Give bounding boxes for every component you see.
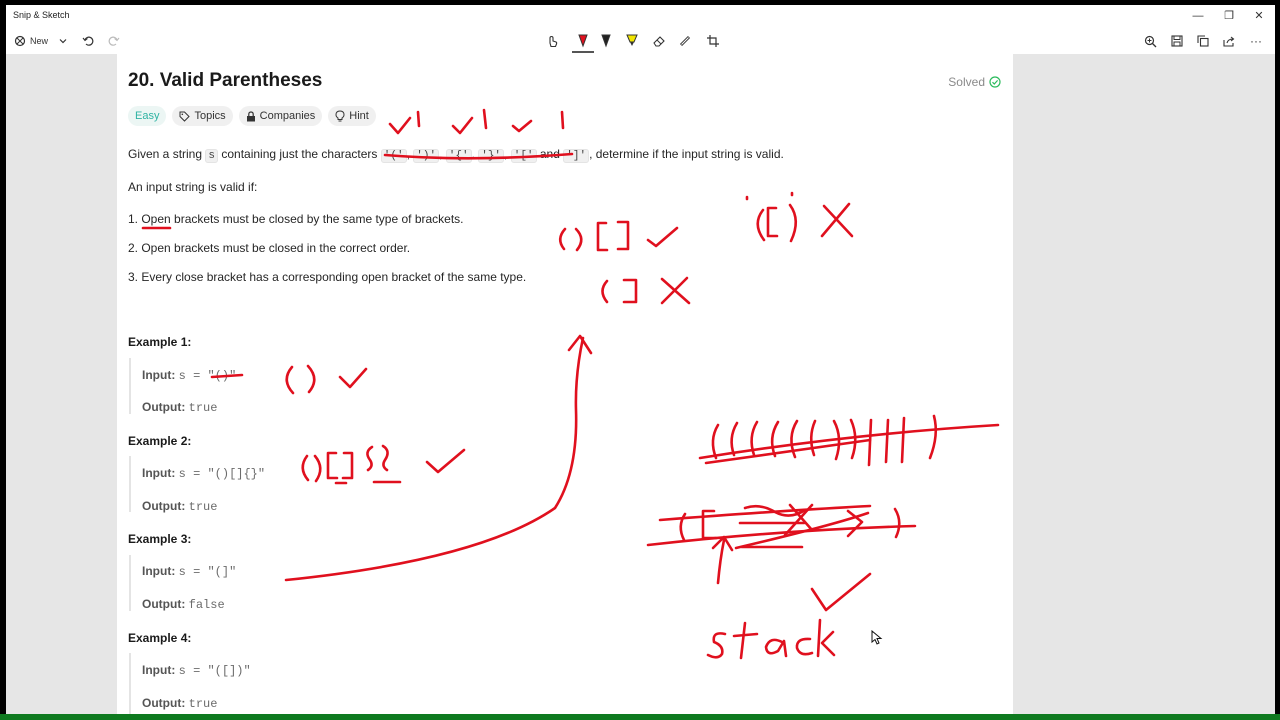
nested-invalid-sketch [745,191,854,243]
crossed-brackets-sketch [646,503,917,550]
statement-checkmarks [388,108,565,135]
statement-underline [383,152,574,160]
mouse-cursor-icon [871,630,883,645]
paren-bracket-valid-sketch [558,220,679,252]
stack-pointer-arrow [711,535,734,585]
example-2-sketch [301,444,466,485]
example-1-underline [210,373,244,379]
big-checkmark [810,572,872,612]
handwritten-stack [706,618,836,660]
crossed-parens-sketch [698,414,1000,467]
paren-bracket-invalid-sketch [601,276,691,305]
arrow-curve [284,336,585,582]
taskbar-edge [0,714,1280,720]
example-1-sketch [285,364,368,395]
ink-annotations [141,108,1000,660]
